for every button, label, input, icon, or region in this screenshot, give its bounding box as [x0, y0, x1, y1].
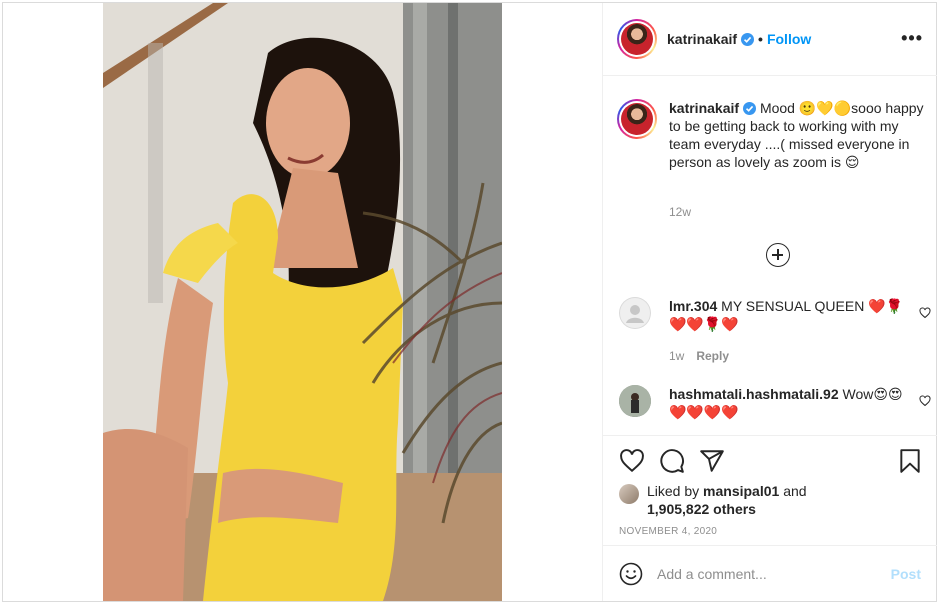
post-photo[interactable]: [103, 3, 502, 601]
comment-username[interactable]: hashmatali.hashmatali.92: [669, 386, 839, 402]
heart-icon[interactable]: [919, 395, 931, 407]
comment-body: hashmatali.hashmatali.92 Wow😍😍❤️❤️❤️❤️: [669, 385, 919, 421]
likes-conjunction: and: [783, 483, 807, 499]
caption-timestamp[interactable]: 12w: [669, 205, 691, 219]
liker-username[interactable]: mansipal01: [703, 483, 779, 499]
add-comment-bar: Post: [603, 545, 937, 601]
comment-input[interactable]: [657, 560, 877, 588]
post-sidebar: katrinakaif • Follow ••• katrinakaif Mood …: [602, 3, 937, 601]
likes-text: Liked by mansipal01 and 1,905,822 others: [647, 482, 907, 518]
post-media: [3, 3, 602, 601]
caption-emojis: 🙂💛🟡: [798, 100, 852, 116]
commenter-photo: [619, 385, 651, 417]
heart-icon[interactable]: [619, 448, 645, 474]
comment-item: hashmatali.hashmatali.92 Wow😍😍❤️❤️❤️❤️: [619, 385, 931, 425]
separator-dot: •: [758, 31, 763, 47]
save-icon[interactable]: [897, 448, 923, 474]
author-line: katrinakaif • Follow: [667, 31, 811, 47]
author-avatar[interactable]: [617, 19, 657, 59]
author-username[interactable]: katrinakaif: [667, 31, 737, 47]
comment-time[interactable]: 1w: [669, 349, 684, 363]
emoji-icon[interactable]: [619, 562, 643, 586]
post-date[interactable]: NOVEMBER 4, 2020: [619, 526, 717, 537]
liker-avatar[interactable]: [619, 484, 639, 504]
caption-emoji-end: 😌: [844, 154, 860, 170]
post-actions: Liked by mansipal01 and 1,905,822 others…: [603, 435, 937, 545]
caption-text: katrinakaif Mood 🙂💛🟡sooo happy to be get…: [669, 99, 929, 171]
verified-badge-icon: [743, 102, 757, 115]
caption-username[interactable]: katrinakaif: [669, 100, 739, 116]
photo-illustration: [103, 3, 502, 601]
verified-badge-icon: [741, 33, 755, 46]
likes-count[interactable]: 1,905,822 others: [647, 501, 756, 517]
post-comment-button[interactable]: Post: [891, 566, 921, 582]
caption-text-start: Mood: [759, 100, 795, 116]
post-header: katrinakaif • Follow •••: [603, 3, 937, 76]
commenter-avatar[interactable]: [619, 297, 651, 329]
avatar-icon: [621, 23, 653, 55]
comment-item: lmr.304 MY SENSUAL QUEEN ❤️🌹❤️❤️🌹❤️ 1w Re…: [619, 297, 931, 367]
comments-area: katrinakaif Mood 🙂💛🟡sooo happy to be get…: [603, 77, 937, 435]
commenter-avatar[interactable]: [619, 385, 651, 417]
heart-icon[interactable]: [919, 307, 931, 319]
share-icon[interactable]: [699, 448, 725, 474]
follow-button[interactable]: Follow: [767, 31, 811, 47]
more-options-icon[interactable]: •••: [901, 29, 923, 47]
comment-icon[interactable]: [659, 448, 685, 474]
caption-avatar[interactable]: [617, 99, 657, 139]
comment-meta: 1w Reply: [669, 349, 729, 363]
comment-body: lmr.304 MY SENSUAL QUEEN ❤️🌹❤️❤️🌹❤️: [669, 297, 919, 333]
comment-username[interactable]: lmr.304: [669, 298, 717, 314]
likes-prefix: Liked by: [647, 483, 700, 499]
reply-button[interactable]: Reply: [696, 349, 729, 363]
avatar-icon: [621, 103, 653, 135]
instagram-post: katrinakaif • Follow ••• katrinakaif Mood …: [2, 2, 937, 602]
load-more-icon[interactable]: [766, 243, 790, 267]
default-avatar-icon: [619, 297, 651, 329]
